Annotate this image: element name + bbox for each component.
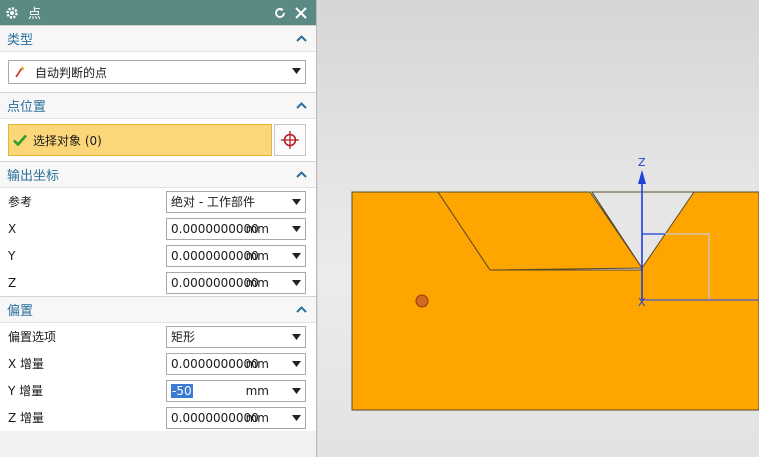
offset-title: 偏置 [7,304,34,319]
point-constructor-button[interactable] [274,124,306,156]
wand-icon [13,64,29,80]
reset-icon[interactable] [271,4,289,22]
point-location-header[interactable]: 点位置 [0,92,316,119]
z-unit: mm [245,275,269,290]
reference-label: 参考 [8,195,33,209]
type-section-header[interactable]: 类型 [0,25,316,52]
output-coords-header[interactable]: 输出坐标 [0,161,316,188]
y-delta-label: Y 增量 [8,384,44,398]
x-label: X [8,221,17,236]
y-delta-unit: mm [245,383,269,398]
x-axis-label: X [638,296,646,309]
collapse-icon[interactable] [294,32,308,46]
collapse-icon[interactable] [294,168,308,182]
offset-option-label: 偏置选项 [8,330,57,344]
x-delta-unit: mm [245,356,269,371]
dropdown-arrow-icon [292,333,301,340]
dropdown-arrow-icon [292,68,301,74]
dropdown-arrow-icon[interactable] [292,414,301,421]
output-coords-title: 输出坐标 [7,169,60,184]
point-type-dropdown[interactable]: 自动判断的点 [8,60,306,84]
point-location-title: 点位置 [7,100,47,115]
offset-option-dropdown[interactable]: 矩形 [166,325,306,348]
model-view: Z X [351,156,759,411]
reference-value: 绝对 - 工作部件 [171,195,255,209]
collapse-icon[interactable] [294,99,308,113]
select-object-button[interactable]: 选择对象 (0) [8,124,272,156]
dropdown-arrow-icon[interactable] [292,387,301,394]
offset-option-value: 矩形 [171,330,196,344]
reference-dropdown[interactable]: 绝对 - 工作部件 [166,190,306,213]
y-label: Y [8,248,16,263]
select-object-label: 选择对象 (0) [33,133,102,148]
dropdown-arrow-icon [292,198,301,205]
check-icon [13,132,29,148]
type-section-title: 类型 [7,33,34,48]
y-delta-value: -50 [171,383,193,398]
dropdown-arrow-icon[interactable] [292,279,301,286]
point-marker[interactable] [415,294,429,308]
y-field[interactable]: 0.0000000000 mm [166,244,306,267]
point-type-value: 自动判断的点 [35,65,108,80]
z-delta-field[interactable]: 0.0000000000 mm [166,406,306,429]
x-delta-field[interactable]: 0.0000000000 mm [166,352,306,375]
y-delta-field[interactable]: -50 mm [166,379,306,402]
collapse-icon[interactable] [294,303,308,317]
crosshair-icon [281,131,299,149]
x-unit: mm [245,221,269,236]
z-label: Z [8,275,17,290]
y-unit: mm [245,248,269,263]
z-axis-label: Z [638,156,646,169]
graphics-viewport[interactable]: Z X [318,0,759,457]
dropdown-arrow-icon[interactable] [292,225,301,232]
point-dialog: 点 类型 自动判断的点 点位置 选择对象 (0) 输出坐标 参考 绝对 - 工作… [0,0,317,457]
gear-icon[interactable] [4,5,20,21]
x-delta-label: X 增量 [8,357,45,371]
close-icon[interactable] [292,4,310,22]
z-delta-label: Z 增量 [8,411,45,425]
offset-header[interactable]: 偏置 [0,296,316,323]
dialog-titlebar: 点 [0,0,316,25]
x-field[interactable]: 0.0000000000 mm [166,217,306,240]
dropdown-arrow-icon[interactable] [292,252,301,259]
dialog-title: 点 [28,7,42,22]
z-field[interactable]: 0.0000000000 mm [166,271,306,294]
z-axis-arrow [638,170,646,184]
z-delta-unit: mm [245,410,269,425]
dropdown-arrow-icon[interactable] [292,360,301,367]
